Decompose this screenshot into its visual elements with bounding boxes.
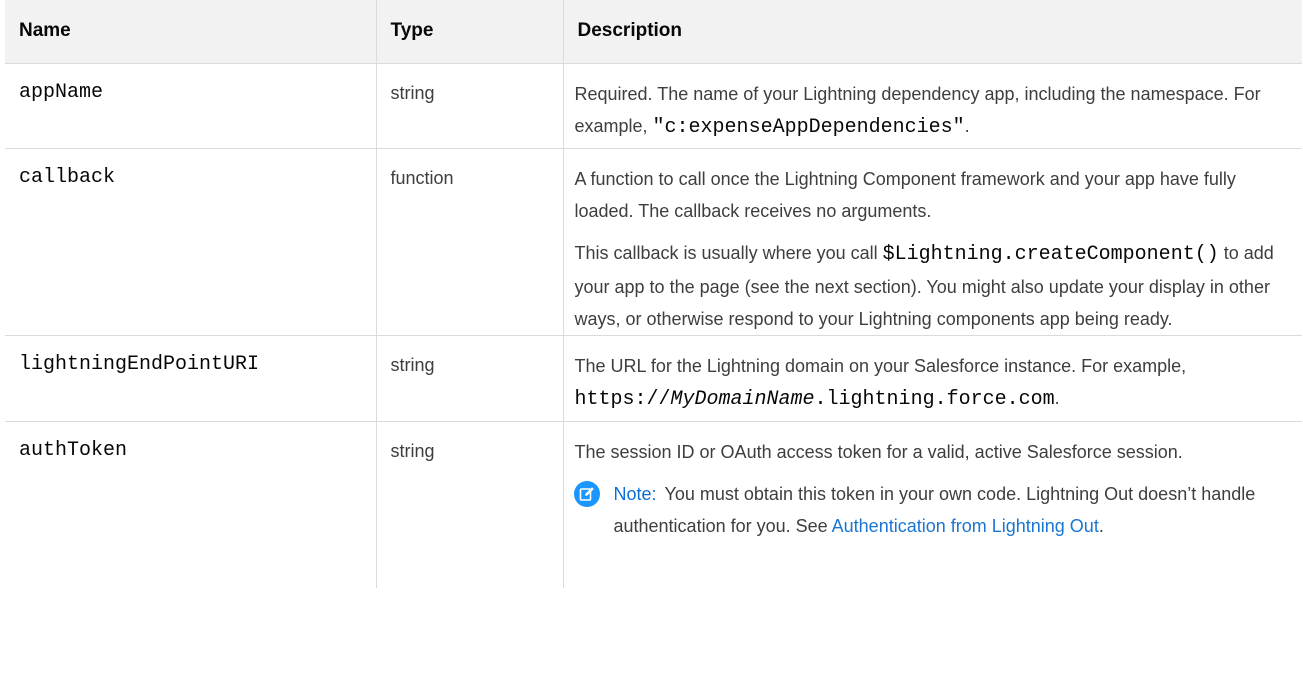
param-type: string: [390, 82, 435, 103]
table-row: callback function A function to call onc…: [5, 147, 1302, 335]
param-name: callback: [19, 165, 116, 189]
param-name-cell: appName: [5, 62, 376, 148]
note-callout: Note: You must obtain this token in your …: [573, 478, 1293, 542]
description-text: Required. The name of your Lightning dep…: [575, 78, 1293, 144]
description-part: .: [1054, 387, 1060, 408]
url-placeholder: MyDomainName: [670, 387, 815, 411]
table-row: lightningEndPointURI string The URL for …: [5, 334, 1302, 421]
param-description-cell: The session ID or OAuth access token for…: [562, 420, 1302, 588]
param-type: string: [390, 440, 435, 461]
param-name-cell: authToken: [5, 420, 376, 588]
page: Name Type Description appName string Req…: [0, 0, 1303, 676]
column-header-description: Description: [562, 0, 1302, 64]
param-description-cell: Required. The name of your Lightning dep…: [562, 62, 1302, 148]
parameters-table: Name Type Description appName string Req…: [5, 0, 1302, 588]
table-row: appName string Required. The name of you…: [5, 62, 1302, 148]
inline-code: $Lightning.createComponent(): [882, 242, 1219, 266]
param-type-cell: function: [375, 147, 563, 335]
inline-code-url: https://MyDomainName.lightning.force.com: [575, 388, 1055, 411]
description-part: This callback is usually where you call: [574, 242, 883, 263]
table-header-row: Name Type Description: [5, 0, 1302, 64]
edit-note-icon: [573, 480, 600, 507]
param-name-cell: callback: [5, 147, 376, 335]
column-header-name: Name: [5, 0, 376, 64]
param-name: lightningEndPointURI: [19, 352, 260, 376]
param-name: appName: [19, 80, 104, 104]
inline-code: "c:expenseAppDependencies": [652, 115, 965, 139]
description-text: This callback is usually where you call …: [575, 237, 1293, 335]
param-type: string: [390, 354, 435, 375]
note-end: .: [1098, 515, 1104, 536]
url-prefix: https://: [574, 387, 671, 411]
url-suffix: .lightning.force.com: [814, 387, 1055, 411]
description-part: .: [964, 115, 970, 136]
param-type-cell: string: [375, 62, 563, 148]
description-text: The session ID or OAuth access token for…: [574, 441, 1183, 462]
param-type: function: [390, 167, 454, 188]
note-label: Note:: [613, 483, 657, 504]
description-text: The URL for the Lightning domain on your…: [575, 350, 1293, 416]
note-text: Note: You must obtain this token in your …: [614, 478, 1293, 542]
description-text: A function to call once the Lightning Co…: [574, 168, 1236, 221]
param-description-cell: The URL for the Lightning domain on your…: [562, 334, 1302, 421]
param-name: authToken: [19, 438, 128, 462]
param-name-cell: lightningEndPointURI: [5, 334, 376, 421]
param-type-cell: string: [375, 334, 563, 421]
column-header-type: Type: [375, 0, 563, 64]
table-row: authToken string The session ID or OAuth…: [5, 420, 1302, 588]
authentication-link[interactable]: Authentication from Lightning Out: [832, 516, 1099, 536]
param-type-cell: string: [375, 420, 563, 588]
description-part: The URL for the Lightning domain on your…: [574, 355, 1187, 376]
param-description-cell: A function to call once the Lightning Co…: [562, 147, 1302, 335]
